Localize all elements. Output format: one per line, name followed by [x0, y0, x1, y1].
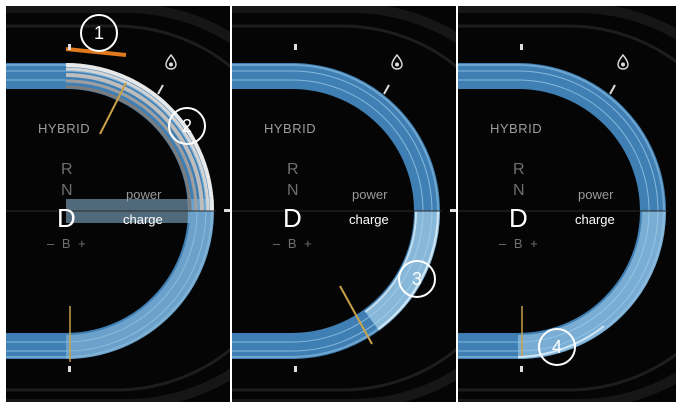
gauge-panel-3: HYBRID R N D – B + power charge 4 [458, 6, 676, 402]
drive-mode-label: HYBRID [38, 121, 91, 136]
b-mode-indicator: – B + [499, 236, 540, 251]
b-mode-indicator: – B + [47, 236, 88, 251]
gear-n: N [61, 182, 73, 199]
fuel-drop-icon [391, 54, 403, 70]
callout-3: 3 [398, 260, 436, 298]
callout-2: 2 [168, 107, 206, 145]
gear-n: N [513, 182, 525, 199]
power-label: power [578, 187, 614, 202]
drive-mode-label: HYBRID [264, 121, 317, 136]
power-label: power [126, 187, 162, 202]
charge-label: charge [349, 212, 389, 227]
gear-d-selected: D [283, 203, 302, 233]
callout-4: 4 [538, 328, 576, 366]
gauge-graphic [6, 6, 230, 402]
gear-r: R [513, 161, 525, 178]
gear-r: R [287, 161, 299, 178]
gear-r: R [61, 161, 73, 178]
fuel-drop-icon [617, 54, 629, 70]
gauge-panel-2: HYBRID R N D – B + power charge 3 [232, 6, 456, 402]
drive-mode-label: HYBRID [490, 121, 543, 136]
charge-label: charge [123, 212, 163, 227]
power-label: power [352, 187, 388, 202]
gear-d-selected: D [509, 203, 528, 233]
fuel-drop-icon [165, 54, 177, 70]
gauge-graphic [232, 6, 456, 402]
callout-1: 1 [80, 14, 118, 52]
gauge-panel-1: HYBRID R N D – B + power charge 1 2 [6, 6, 230, 402]
b-mode-indicator: – B + [273, 236, 314, 251]
gear-d-selected: D [57, 203, 76, 233]
charge-label: charge [575, 212, 615, 227]
gear-n: N [287, 182, 299, 199]
